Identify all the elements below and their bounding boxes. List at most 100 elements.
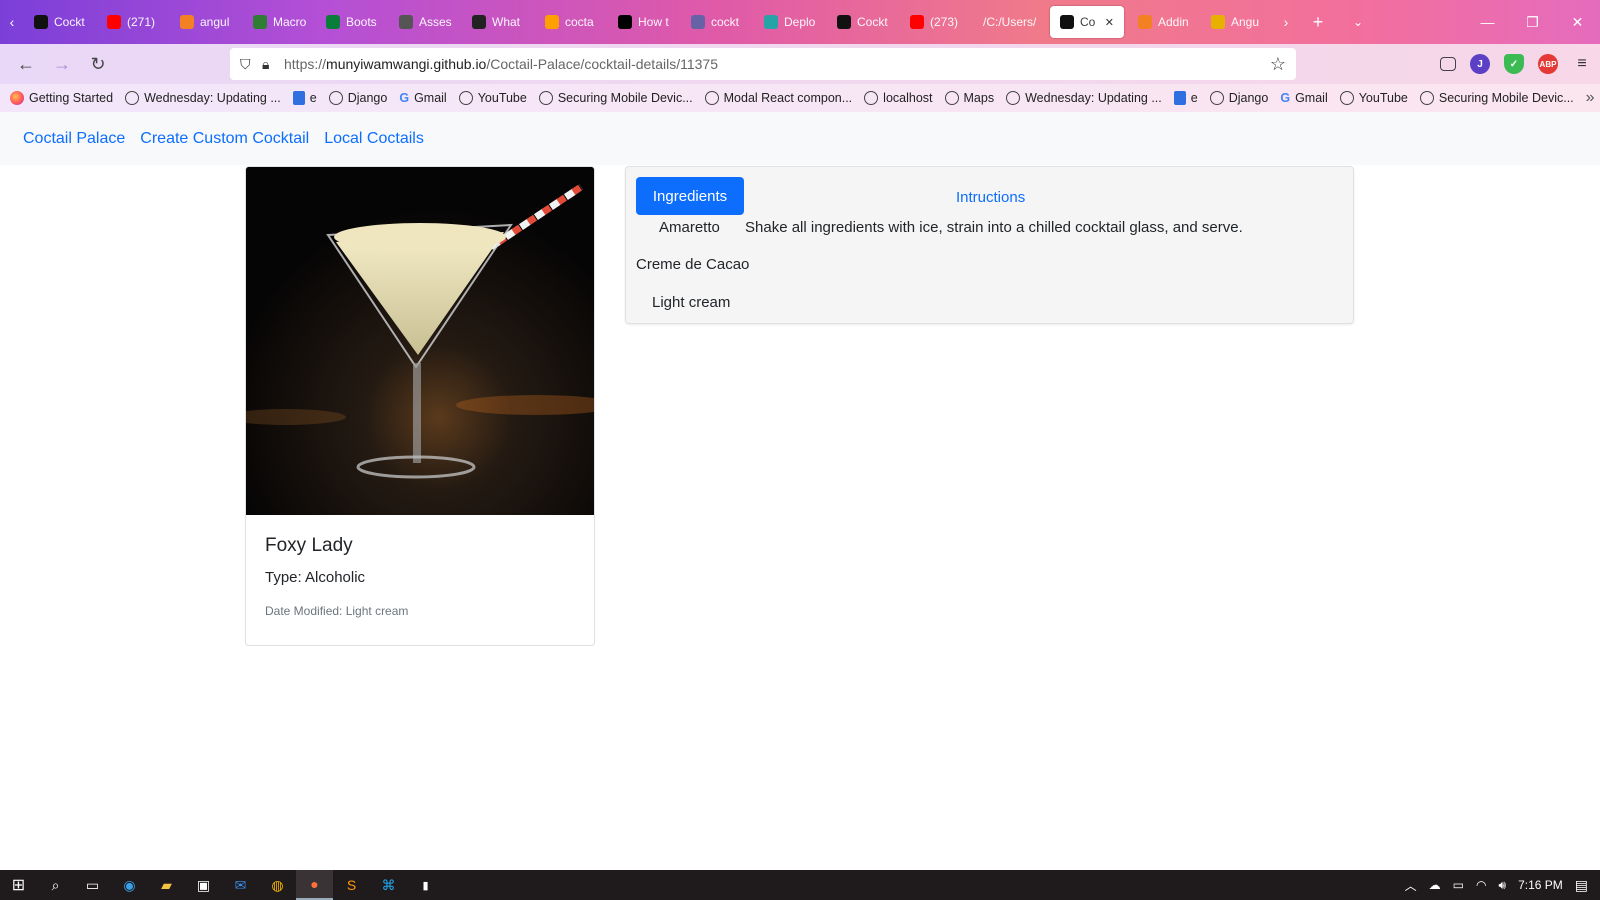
menu-icon[interactable]: ≡ <box>1572 54 1592 74</box>
wifi-icon[interactable]: ◠ <box>1476 878 1486 892</box>
browser-tab[interactable]: Cockt <box>827 6 900 38</box>
browser-tab[interactable]: (271) <box>97 6 170 38</box>
tab-label: Angu <box>1231 15 1260 29</box>
chrome-icon[interactable]: ◍ <box>259 870 296 900</box>
battery-icon[interactable]: ▭ <box>1453 878 1464 892</box>
bookmark-item[interactable]: Getting Started <box>10 91 113 105</box>
google-icon: G <box>1280 91 1291 105</box>
edge-icon[interactable]: ◉ <box>111 870 148 900</box>
tray-chevron-icon[interactable]: ︿ <box>1405 877 1417 894</box>
browser-tab[interactable]: What <box>462 6 535 38</box>
sublime-icon[interactable]: S <box>333 870 370 900</box>
store-icon[interactable]: ▣ <box>185 870 222 900</box>
brand-link[interactable]: Coctail Palace <box>23 130 125 148</box>
bookmark-item[interactable]: e <box>1173 91 1198 105</box>
bookmark-item[interactable]: Wednesday: Updating ... <box>125 91 281 105</box>
browser-tab[interactable]: Macro <box>243 6 316 38</box>
browser-tab[interactable]: Co ✕ <box>1050 6 1124 38</box>
mail-icon[interactable]: ✉ <box>222 870 259 900</box>
bookmark-item[interactable]: Maps <box>944 91 994 105</box>
reload-icon[interactable]: ↻ <box>80 48 116 80</box>
browser-tab[interactable]: cocta <box>535 6 608 38</box>
create-cocktail-link[interactable]: Create Custom Cocktail <box>140 130 309 148</box>
firefox-icon[interactable]: ● <box>296 870 333 900</box>
bookmark-item[interactable]: Wednesday: Updating ... <box>1006 91 1162 105</box>
start-icon[interactable]: ⊞ <box>0 870 37 900</box>
browser-tab[interactable]: Boots <box>316 6 389 38</box>
vscode-icon[interactable]: ⌘ <box>370 870 407 900</box>
bookmark-label: Wednesday: Updating ... <box>1025 91 1162 105</box>
macro-icon <box>253 15 267 29</box>
bookmark-item[interactable]: localhost <box>864 91 933 105</box>
tab-label: Deplo <box>784 15 816 29</box>
youtube-icon <box>107 15 121 29</box>
tab-label: Macro <box>273 15 306 29</box>
globe-icon <box>125 91 140 105</box>
youtube-icon <box>910 15 924 29</box>
bookmark-label: Securing Mobile Devic... <box>557 91 693 105</box>
close-tab-icon[interactable]: ✕ <box>1105 16 1114 29</box>
bookmark-item[interactable]: YouTube <box>1339 91 1408 105</box>
browser-tab[interactable]: Addin <box>1128 6 1201 38</box>
back-icon[interactable]: ← <box>8 48 44 80</box>
bookmark-label: e <box>1190 91 1198 105</box>
tab-scroll-left-icon[interactable]: ‹ <box>0 14 24 30</box>
more-bookmarks-icon[interactable]: » <box>1586 89 1595 107</box>
minimize-icon[interactable]: — <box>1465 14 1510 31</box>
browser-tab[interactable]: Asses <box>389 6 462 38</box>
browser-tab-strip: ‹ Cockt (271) angul Macro Boots Asses What coct… <box>0 0 1600 44</box>
firefox-icon <box>10 91 24 105</box>
instructions-text: Shake all ingredients with ice, strain i… <box>745 219 1243 236</box>
tab-label: (271) <box>127 15 156 29</box>
tab-label: cockt <box>711 15 740 29</box>
tab-instructions[interactable]: Intructions <box>956 189 1025 206</box>
adblock-icon[interactable]: ABP <box>1538 54 1558 74</box>
task-view-icon[interactable]: ▭ <box>74 870 111 900</box>
pocket-icon[interactable] <box>1440 57 1456 71</box>
browser-tab[interactable]: Cockt <box>24 6 97 38</box>
shield-icon[interactable]: ⛉ <box>240 56 262 73</box>
bookmark-item[interactable]: Securing Mobile Devic... <box>1419 91 1574 105</box>
browser-tab[interactable]: Deplo <box>754 6 827 38</box>
browser-tab[interactable]: cockt <box>681 6 754 38</box>
bookmark-item[interactable]: Django <box>328 91 387 105</box>
clock[interactable]: 7:16 PM <box>1518 878 1563 892</box>
shield-extension-icon[interactable]: ✓ <box>1504 54 1524 74</box>
browser-tab[interactable]: /C:/Users/ <box>973 6 1046 38</box>
file-explorer-icon[interactable]: ▰ <box>148 870 185 900</box>
bookmark-item[interactable]: Django <box>1209 91 1268 105</box>
globe-icon <box>458 91 473 105</box>
new-tab-icon[interactable]: + <box>1298 12 1338 33</box>
address-bar[interactable]: ⛉ 🔒︎ https://munyiwamwangi.github.io/Coc… <box>230 48 1296 80</box>
bookmark-item[interactable]: G Gmail <box>1280 91 1327 105</box>
tab-ingredients[interactable]: Ingredients <box>636 177 744 215</box>
local-cocktails-link[interactable]: Local Coctails <box>324 130 424 148</box>
bookmark-star-icon[interactable]: ☆ <box>1270 54 1286 75</box>
terminal-icon[interactable]: ▮ <box>407 870 444 900</box>
tab-scroll-right-icon[interactable]: › <box>1274 14 1298 30</box>
bookmark-item[interactable]: YouTube <box>458 91 527 105</box>
restore-icon[interactable]: ❐ <box>1510 14 1555 31</box>
angular-icon <box>34 15 48 29</box>
browser-tab[interactable]: Angu <box>1201 6 1274 38</box>
tab-label: Co <box>1080 15 1096 29</box>
lock-icon[interactable]: 🔒︎ <box>262 56 284 73</box>
onedrive-icon[interactable]: ☁ <box>1429 878 1441 892</box>
bookmark-label: Gmail <box>1295 91 1328 105</box>
tab-label: How t <box>638 15 669 29</box>
notifications-icon[interactable]: ▤ <box>1575 877 1588 894</box>
bookmark-item[interactable]: G Gmail <box>399 91 446 105</box>
list-tabs-icon[interactable]: ⌄ <box>1338 15 1378 29</box>
volume-icon[interactable]: 🔊︎ <box>1499 878 1507 893</box>
bookmark-item[interactable]: Securing Mobile Devic... <box>538 91 693 105</box>
close-window-icon[interactable]: ✕ <box>1555 14 1600 31</box>
bookmark-item[interactable]: Modal React compon... <box>704 91 852 105</box>
browser-tab[interactable]: (273) <box>900 6 973 38</box>
bookmark-item[interactable]: e <box>292 91 317 105</box>
globe-icon <box>1419 91 1434 105</box>
browser-tab[interactable]: How t <box>608 6 681 38</box>
profile-avatar-icon[interactable]: J <box>1470 54 1490 74</box>
search-icon[interactable]: ⌕ <box>37 870 74 900</box>
forward-icon[interactable]: → <box>44 48 80 80</box>
browser-tab[interactable]: angul <box>170 6 243 38</box>
